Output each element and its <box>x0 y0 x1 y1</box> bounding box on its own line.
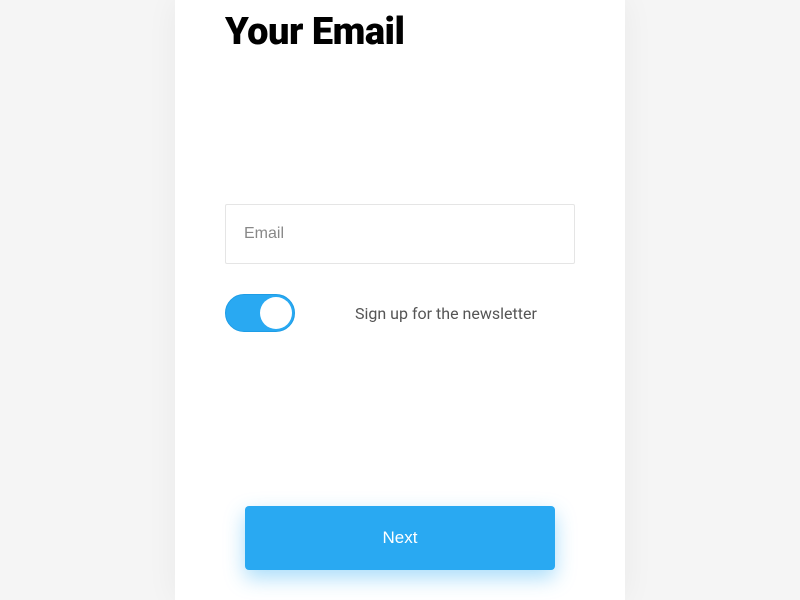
toggle-knob <box>260 297 292 329</box>
page-title: Your Email <box>225 10 575 54</box>
email-field[interactable] <box>225 204 575 264</box>
newsletter-toggle-row: Sign up for the newsletter <box>225 294 575 332</box>
next-button[interactable]: Next <box>245 506 555 570</box>
newsletter-toggle[interactable] <box>225 294 295 332</box>
email-form-card: Your Email Sign up for the newsletter Ne… <box>175 0 625 600</box>
newsletter-label: Sign up for the newsletter <box>355 304 537 323</box>
form-area: Sign up for the newsletter <box>225 204 575 332</box>
